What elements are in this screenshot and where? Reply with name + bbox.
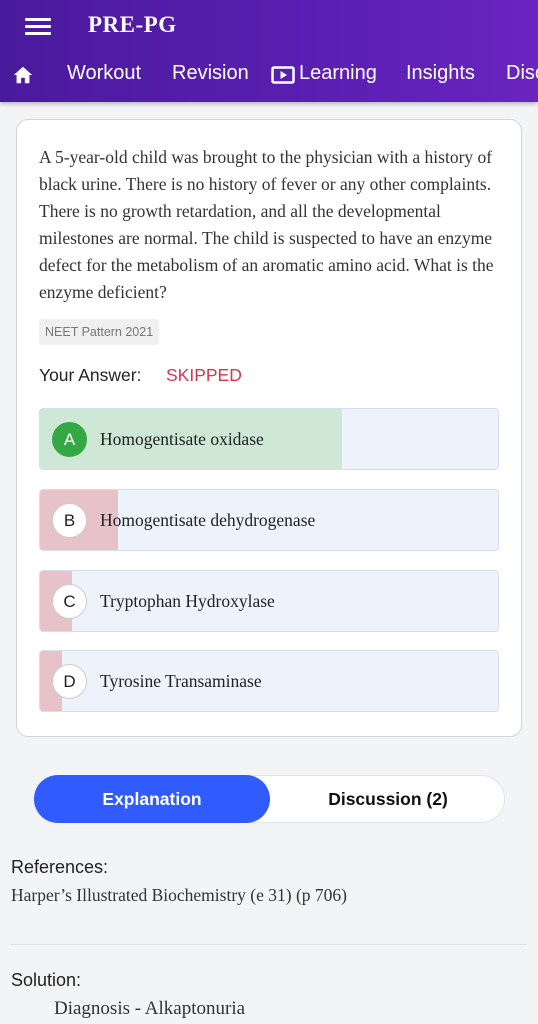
option-a-letter: A bbox=[52, 422, 87, 457]
solution-value: Diagnosis - Alkaptonuria bbox=[54, 998, 246, 1019]
nav-item-insights[interactable]: Insights bbox=[406, 62, 475, 85]
home-icon[interactable] bbox=[12, 64, 34, 86]
nav-item-workout[interactable]: Workout bbox=[67, 62, 141, 85]
option-b-letter: B bbox=[52, 503, 87, 538]
option-a-text: Homogentisate oxidase bbox=[100, 429, 264, 449]
option-a[interactable]: A Homogentisate oxidase bbox=[39, 408, 499, 470]
option-d-text: Tyrosine Transaminase bbox=[100, 671, 262, 691]
question-card: A 5-year-old child was brought to the ph… bbox=[16, 119, 522, 737]
tab-explanation[interactable]: Explanation bbox=[34, 775, 270, 823]
references-value: Harper’s Illustrated Biochemistry (e 31)… bbox=[11, 885, 347, 905]
references-label: References: bbox=[11, 857, 109, 877]
nav-item-revision[interactable]: Revision bbox=[172, 62, 249, 85]
option-c-text: Tryptophan Hydroxylase bbox=[100, 591, 275, 611]
tab-discussion[interactable]: Discussion (2) bbox=[270, 776, 506, 822]
question-text: A 5-year-old child was brought to the ph… bbox=[39, 147, 494, 302]
option-d-letter: D bbox=[52, 664, 87, 699]
explanation-tabs: Explanation Discussion (2) bbox=[33, 775, 505, 823]
top-bar: PRE-PG bbox=[0, 0, 538, 52]
your-answer-label: Your Answer: bbox=[39, 365, 142, 385]
play-screen-icon bbox=[271, 66, 295, 84]
your-answer-status: SKIPPED bbox=[166, 365, 242, 385]
solution-label: Solution: bbox=[11, 970, 82, 990]
app-title: PRE-PG bbox=[88, 12, 177, 37]
app-header: PRE-PG Workout Revision Learning Insight… bbox=[0, 0, 538, 102]
option-c-letter: C bbox=[52, 584, 87, 619]
explanation-section: Explanation Discussion (2) References: H… bbox=[0, 754, 538, 1024]
option-b[interactable]: B Homogentisate dehydrogenase bbox=[39, 489, 499, 551]
divider bbox=[11, 944, 527, 945]
nav-item-learning[interactable]: Learning bbox=[299, 62, 377, 85]
option-c[interactable]: C Tryptophan Hydroxylase bbox=[39, 570, 499, 632]
exam-tag: NEET Pattern 2021 bbox=[39, 319, 160, 345]
nav-item-discussion[interactable]: Disc bbox=[506, 62, 538, 85]
hamburger-menu-icon[interactable] bbox=[25, 17, 51, 37]
option-b-text: Homogentisate dehydrogenase bbox=[100, 510, 316, 530]
option-d[interactable]: D Tyrosine Transaminase bbox=[39, 650, 499, 712]
